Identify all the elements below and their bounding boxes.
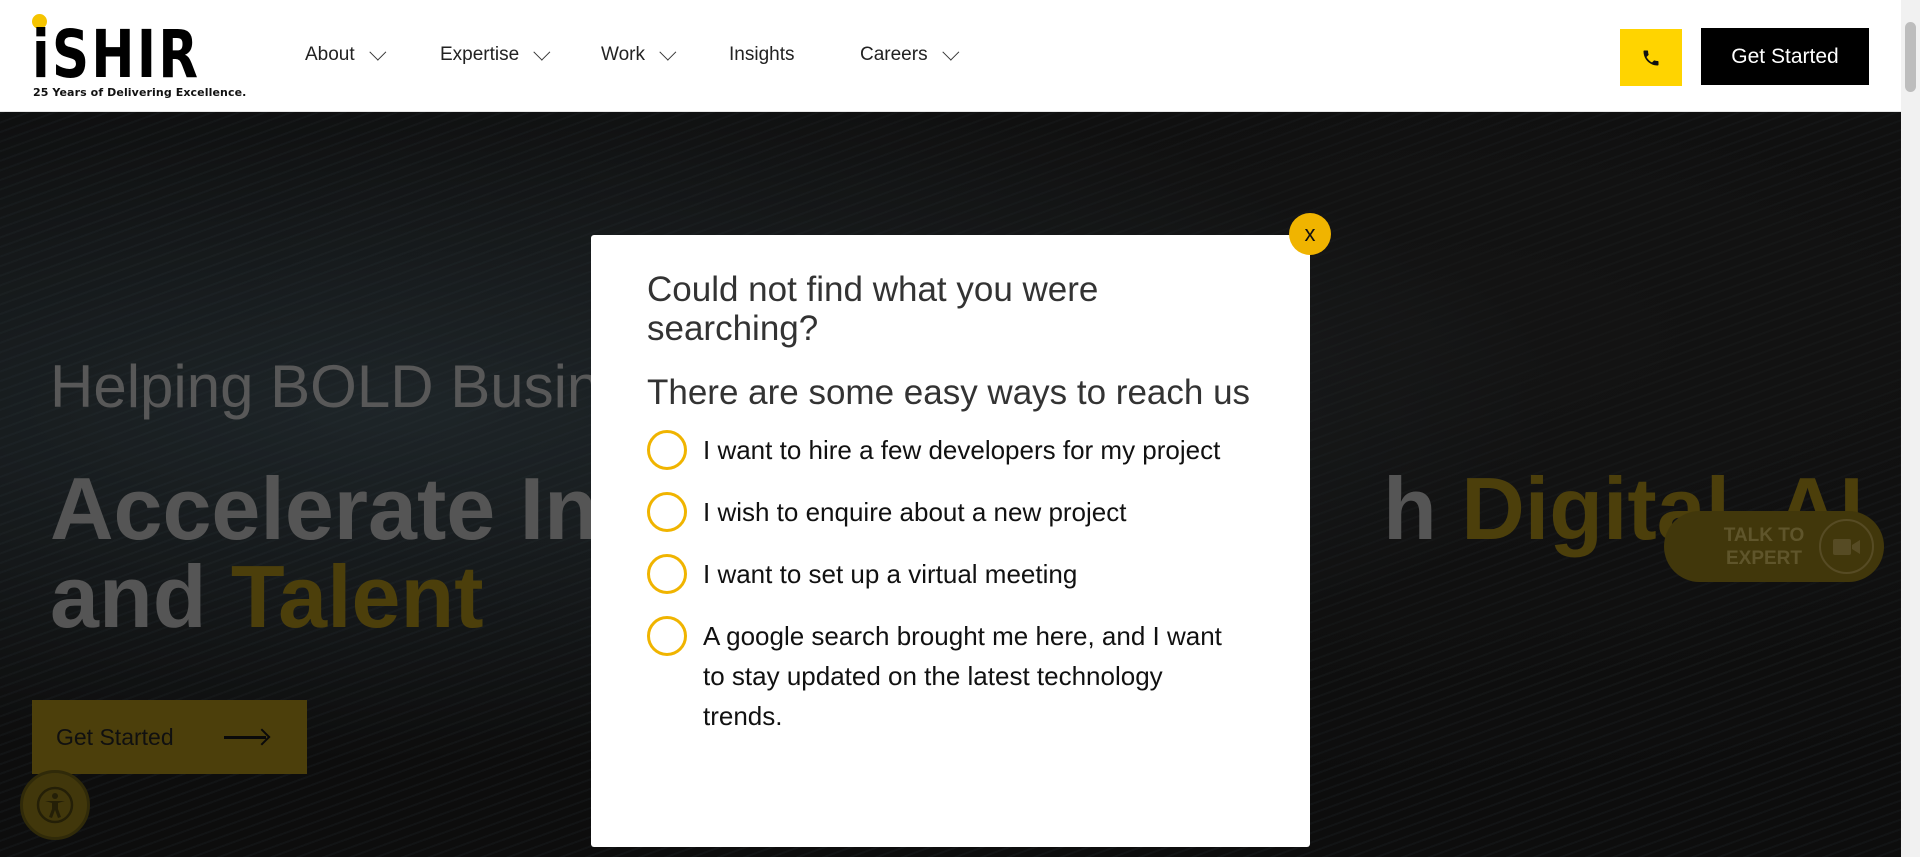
nav-work[interactable]: Work	[601, 43, 677, 66]
chevron-down-icon	[659, 43, 677, 61]
nav-about[interactable]: About	[305, 43, 386, 66]
nav-expertise-label: Expertise	[440, 44, 520, 65]
option-label: I want to hire a few developers for my p…	[703, 435, 1221, 465]
radio-button[interactable]	[647, 616, 687, 656]
option-label: I want to set up a virtual meeting	[703, 559, 1078, 589]
logo-tagline: 25 Years of Delivering Excellence.	[33, 86, 247, 99]
modal-subtitle: There are some easy ways to reach us	[647, 373, 1251, 412]
nav-about-label: About	[305, 44, 355, 65]
radio-button[interactable]	[647, 430, 687, 470]
phone-button[interactable]	[1620, 29, 1682, 86]
radio-button[interactable]	[647, 554, 687, 594]
option-new-project[interactable]: I wish to enquire about a new project	[647, 492, 1254, 532]
nav-expertise[interactable]: Expertise	[440, 43, 551, 66]
contact-modal: Could not find what you were searching? …	[591, 235, 1310, 847]
chevron-down-icon	[941, 43, 959, 61]
option-hire-developers[interactable]: I want to hire a few developers for my p…	[647, 430, 1254, 470]
radio-button[interactable]	[647, 492, 687, 532]
scrollbar-thumb[interactable]	[1905, 22, 1916, 92]
site-header: iSHIR 25 Years of Delivering Excellence.…	[0, 0, 1901, 112]
modal-close-button[interactable]: x	[1289, 213, 1331, 255]
nav-careers-label: Careers	[860, 44, 928, 65]
chevron-down-icon	[368, 43, 386, 61]
option-label: A google search brought me here, and I w…	[703, 621, 1222, 731]
page-scrollbar[interactable]	[1901, 0, 1920, 857]
option-stay-updated[interactable]: A google search brought me here, and I w…	[647, 616, 1254, 736]
logo-wordmark: iSHIR	[32, 16, 201, 93]
nav-insights-label: Insights	[729, 44, 795, 65]
phone-icon	[1643, 50, 1659, 65]
option-label: I wish to enquire about a new project	[703, 497, 1127, 527]
ishir-logo[interactable]: iSHIR 25 Years of Delivering Excellence.	[32, 14, 246, 104]
option-list: I want to hire a few developers for my p…	[647, 430, 1254, 736]
nav-insights[interactable]: Insights	[729, 44, 794, 66]
chevron-down-icon	[533, 43, 551, 61]
nav-careers[interactable]: Careers	[860, 43, 959, 66]
option-virtual-meeting[interactable]: I want to set up a virtual meeting	[647, 554, 1254, 594]
nav-work-label: Work	[601, 44, 645, 65]
modal-title: Could not find what you were searching?	[647, 270, 1099, 348]
get-started-button[interactable]: Get Started	[1701, 28, 1869, 85]
